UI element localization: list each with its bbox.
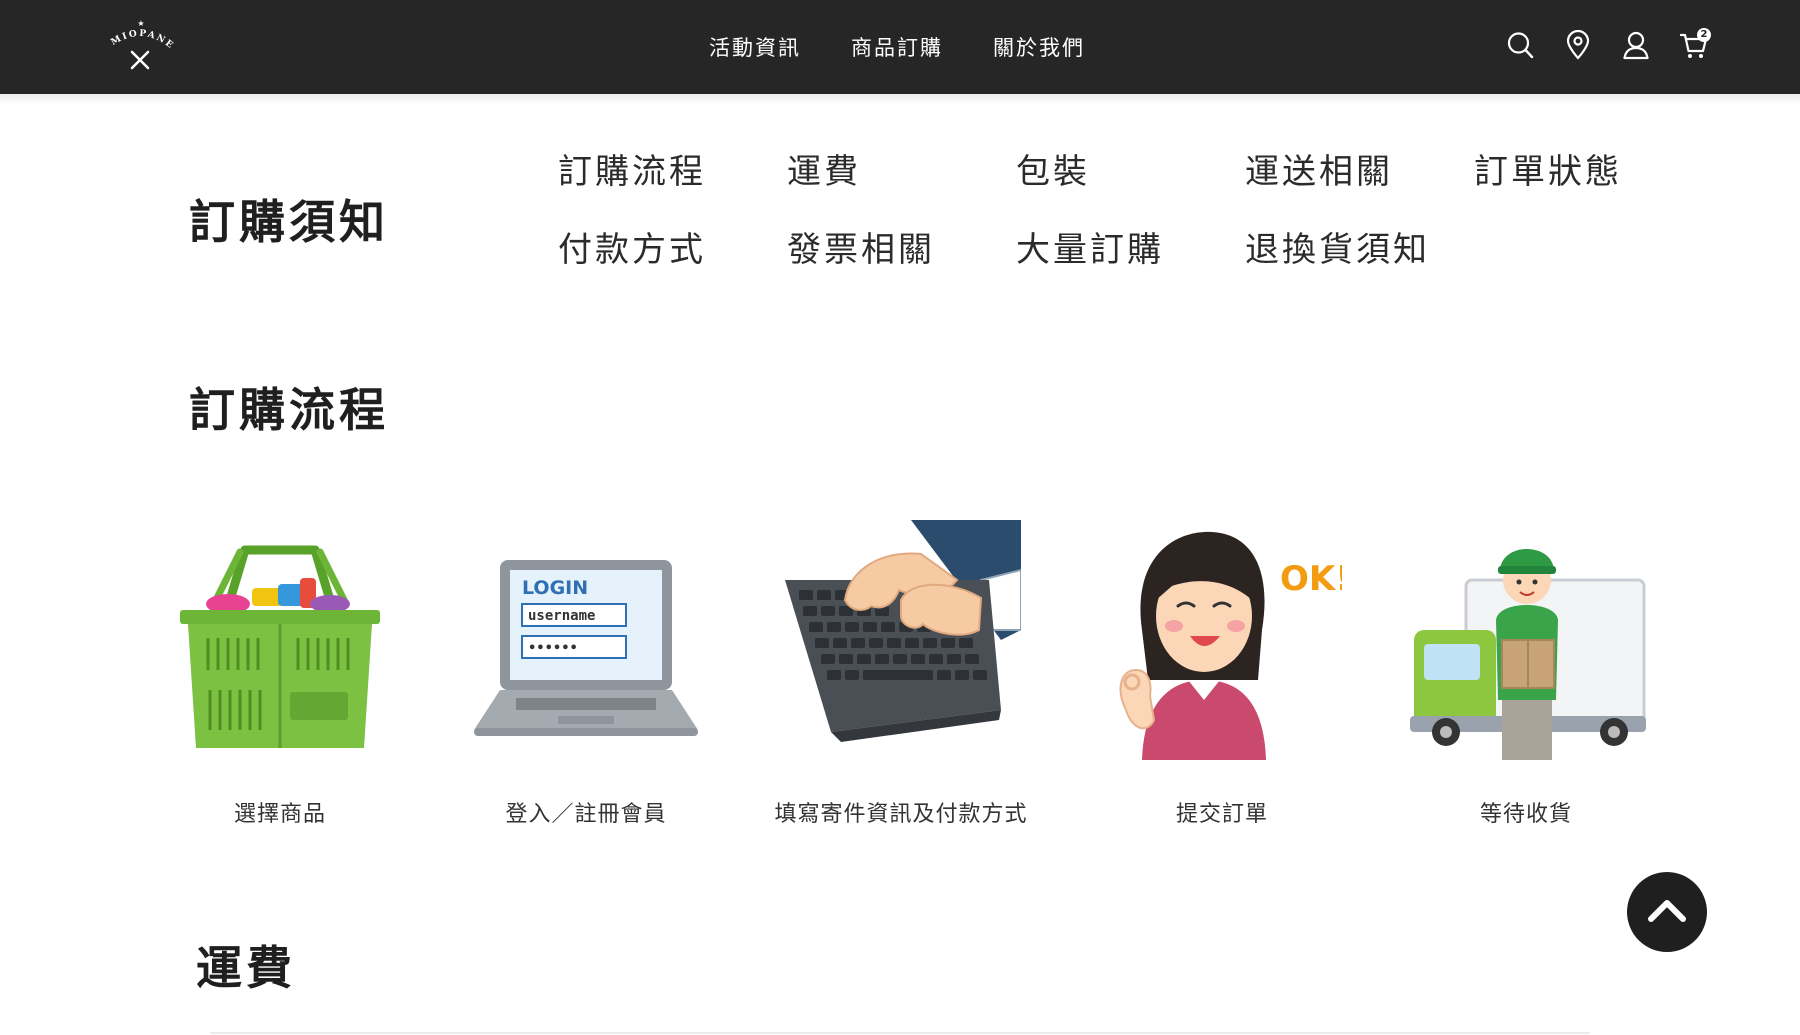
user-icon[interactable] (1622, 30, 1650, 60)
step-caption: 提交訂單 (1175, 802, 1268, 827)
delivery-illustration (1410, 549, 1646, 760)
header-shadow (0, 94, 1800, 104)
notice-title: 訂購須知 (189, 195, 389, 249)
notice-link-bulk-order[interactable]: 大量訂購 (1016, 228, 1245, 272)
back-to-top-button[interactable] (1627, 872, 1707, 952)
site-header: ★ MIOPANE 活動資訊 商品訂購 關於我們 2 (0, 0, 1800, 94)
step-submit-order: OK! 提交訂單 (1072, 520, 1372, 827)
step-fill-shipping-payment: 填寫寄件資訊及付款方式 (751, 520, 1051, 827)
brand-logo[interactable]: ★ MIOPANE (104, 18, 176, 74)
notice-link-order-process[interactable]: 訂購流程 (558, 150, 787, 194)
step-caption: 選擇商品 (233, 802, 326, 827)
search-icon[interactable] (1506, 30, 1534, 60)
nav-item-events[interactable]: 活動資訊 (709, 32, 801, 62)
process-steps: 選擇商品 LOGIN username •••••• 登入／註冊會員 填寫寄件資… (0, 520, 1800, 840)
header-actions: 2 (1506, 28, 1711, 60)
section-divider (210, 1032, 1590, 1034)
notice-links: 訂購流程 運費 包裝 運送相關 訂單狀態 付款方式 發票相關 大量訂購 退換貨須… (558, 150, 1678, 272)
notice-link-delivery[interactable]: 運送相關 (1245, 150, 1474, 194)
step-select-product: 選擇商品 (130, 520, 430, 827)
process-title: 訂購流程 (189, 383, 389, 437)
step-caption: 填寫寄件資訊及付款方式 (774, 802, 1028, 827)
laptop-login-illustration: LOGIN username •••••• (474, 560, 698, 736)
svg-text:★: ★ (137, 19, 144, 28)
svg-text:MIOPANE: MIOPANE (110, 29, 176, 52)
notice-link-payment[interactable]: 付款方式 (558, 228, 787, 272)
chevron-up-icon (1648, 900, 1686, 922)
notice-link-packaging[interactable]: 包裝 (1016, 150, 1245, 194)
keyboard-typing-illustration (785, 520, 1021, 742)
notice-link-shipping-fee[interactable]: 運費 (787, 150, 1016, 194)
step-caption: 等待收貨 (1479, 802, 1572, 827)
login-screen-title: LOGIN (522, 577, 588, 599)
notice-link-returns[interactable]: 退換貨須知 (1245, 228, 1474, 272)
shipping-title: 運費 (196, 941, 296, 995)
basket-illustration (180, 545, 380, 748)
notice-link-order-status[interactable]: 訂單狀態 (1474, 150, 1703, 194)
step-caption: 登入／註冊會員 (505, 802, 667, 827)
location-icon[interactable] (1564, 30, 1592, 60)
step-login-register: LOGIN username •••••• 登入／註冊會員 (436, 520, 736, 827)
ok-woman-illustration: OK! (1119, 531, 1342, 760)
login-password-mask: •••••• (528, 641, 578, 656)
nav-item-shop[interactable]: 商品訂購 (851, 32, 943, 62)
notice-link-invoice[interactable]: 發票相關 (787, 228, 1016, 272)
nav-item-about[interactable]: 關於我們 (993, 32, 1085, 62)
cart-icon[interactable]: 2 (1680, 28, 1711, 60)
ok-text: OK! (1280, 559, 1342, 599)
logo-text: MIOPANE (110, 29, 175, 52)
step-await-delivery: 等待收貨 (1376, 520, 1676, 827)
login-username-label: username (528, 608, 595, 624)
cart-count-badge: 2 (1697, 28, 1711, 42)
